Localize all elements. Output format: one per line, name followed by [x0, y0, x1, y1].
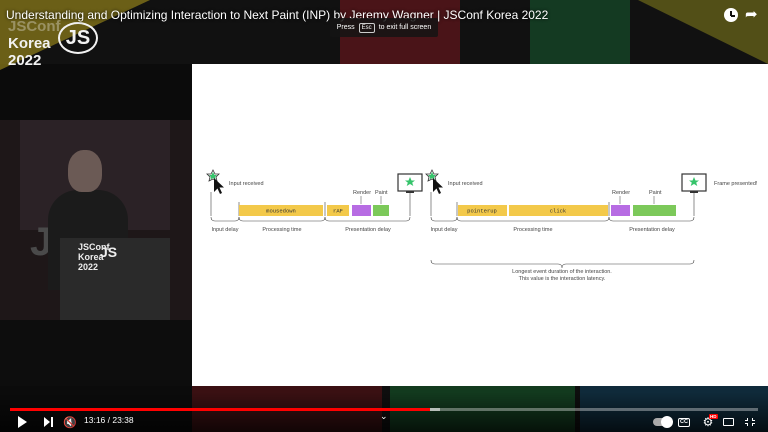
autoplay-toggle-icon[interactable] [652, 414, 673, 430]
watch-later-icon[interactable] [724, 8, 738, 22]
render-label-right: Render [612, 190, 630, 196]
processing-time-label-right: Processing time [513, 227, 552, 233]
frame-presented-label: Frame presented! [714, 181, 758, 187]
speaker-camera: JS JSConf Korea 2022 JS [0, 120, 192, 386]
paint-label-left: Paint [375, 190, 388, 196]
toast-suffix-text: to exit full screen [378, 24, 432, 31]
processing-time-label-left: Processing time [262, 227, 301, 233]
play-icon[interactable] [14, 414, 30, 430]
right-interaction-diagram: Input received pointerup click Render Pa… [425, 169, 758, 282]
event-label-pointerup: pointerup [467, 208, 497, 215]
mute-icon[interactable]: 🔇 [62, 414, 78, 430]
longest-duration-label-2: This value is the interaction latency. [519, 276, 606, 282]
longest-duration-label-1: Longest event duration of the interactio… [512, 269, 612, 275]
input-star-icon-right [425, 169, 439, 182]
paint-label-right: Paint [649, 190, 662, 196]
raf-label: rAF [333, 208, 343, 215]
render-label-left: Render [353, 190, 371, 196]
monitor-icon-right [681, 173, 707, 193]
fullscreen-toast: Press Esc to exit full screen [330, 18, 438, 37]
captions-icon[interactable]: CC [676, 414, 692, 430]
input-delay-bracket-right [430, 216, 458, 222]
next-icon[interactable] [40, 414, 56, 430]
share-icon[interactable]: ➦ [745, 7, 758, 22]
presentation-delay-label-right: Presentation delay [629, 227, 675, 233]
hd-badge: HD [709, 414, 718, 419]
paint-bar-left [373, 205, 389, 216]
exit-fullscreen-icon[interactable] [742, 414, 758, 430]
input-delay-label-right: Input delay [431, 227, 458, 233]
event-label-mousedown: mousedown [266, 208, 296, 215]
event-label-click: click [550, 208, 567, 215]
logo-line-3: 2022 [8, 52, 42, 69]
paint-bar-right [633, 205, 676, 216]
monitor-icon-left [397, 173, 423, 193]
cast-icon[interactable] [720, 414, 736, 430]
input-delay-bracket-left [210, 216, 240, 222]
time-display: 13:16 / 23:38 [84, 415, 134, 425]
presentation-slide: Input received mousedown rAF Render Pain… [192, 64, 768, 386]
processing-bracket-right [456, 216, 610, 222]
cursor-icon-right [433, 178, 443, 194]
podium-logo-line-3: 2022 [78, 262, 99, 272]
chevron-down-icon[interactable]: ⌄ [380, 411, 388, 422]
presentation-bracket-left [324, 216, 411, 222]
video-player[interactable]: JSConf Korea 2022 JS JS JSConf Korea 202… [0, 0, 768, 432]
inp-diagram: Input received mousedown rAF Render Pain… [206, 169, 758, 282]
input-received-label-left: Input received [229, 181, 264, 187]
render-bar-right [611, 205, 630, 216]
render-bar-left [352, 205, 371, 216]
left-interaction-diagram: Input received mousedown rAF Render Pain… [206, 169, 423, 233]
camera-floor [0, 320, 192, 386]
progress-played [10, 408, 430, 411]
processing-bracket-left [238, 216, 326, 222]
speaker-head [68, 150, 102, 192]
presentation-bracket-right [608, 216, 695, 222]
input-delay-label-left: Input delay [212, 227, 239, 233]
toast-press-text: Press [336, 24, 355, 31]
interaction-latency-bracket [430, 259, 695, 269]
video-title[interactable]: Understanding and Optimizing Interaction… [6, 8, 548, 22]
podium-js: JS [100, 244, 118, 260]
input-received-label-right: Input received [448, 181, 483, 187]
presentation-delay-label-left: Presentation delay [345, 227, 391, 233]
esc-key-badge: Esc [358, 22, 375, 33]
cursor-icon-left [214, 178, 224, 194]
input-star-icon-left [206, 169, 220, 182]
